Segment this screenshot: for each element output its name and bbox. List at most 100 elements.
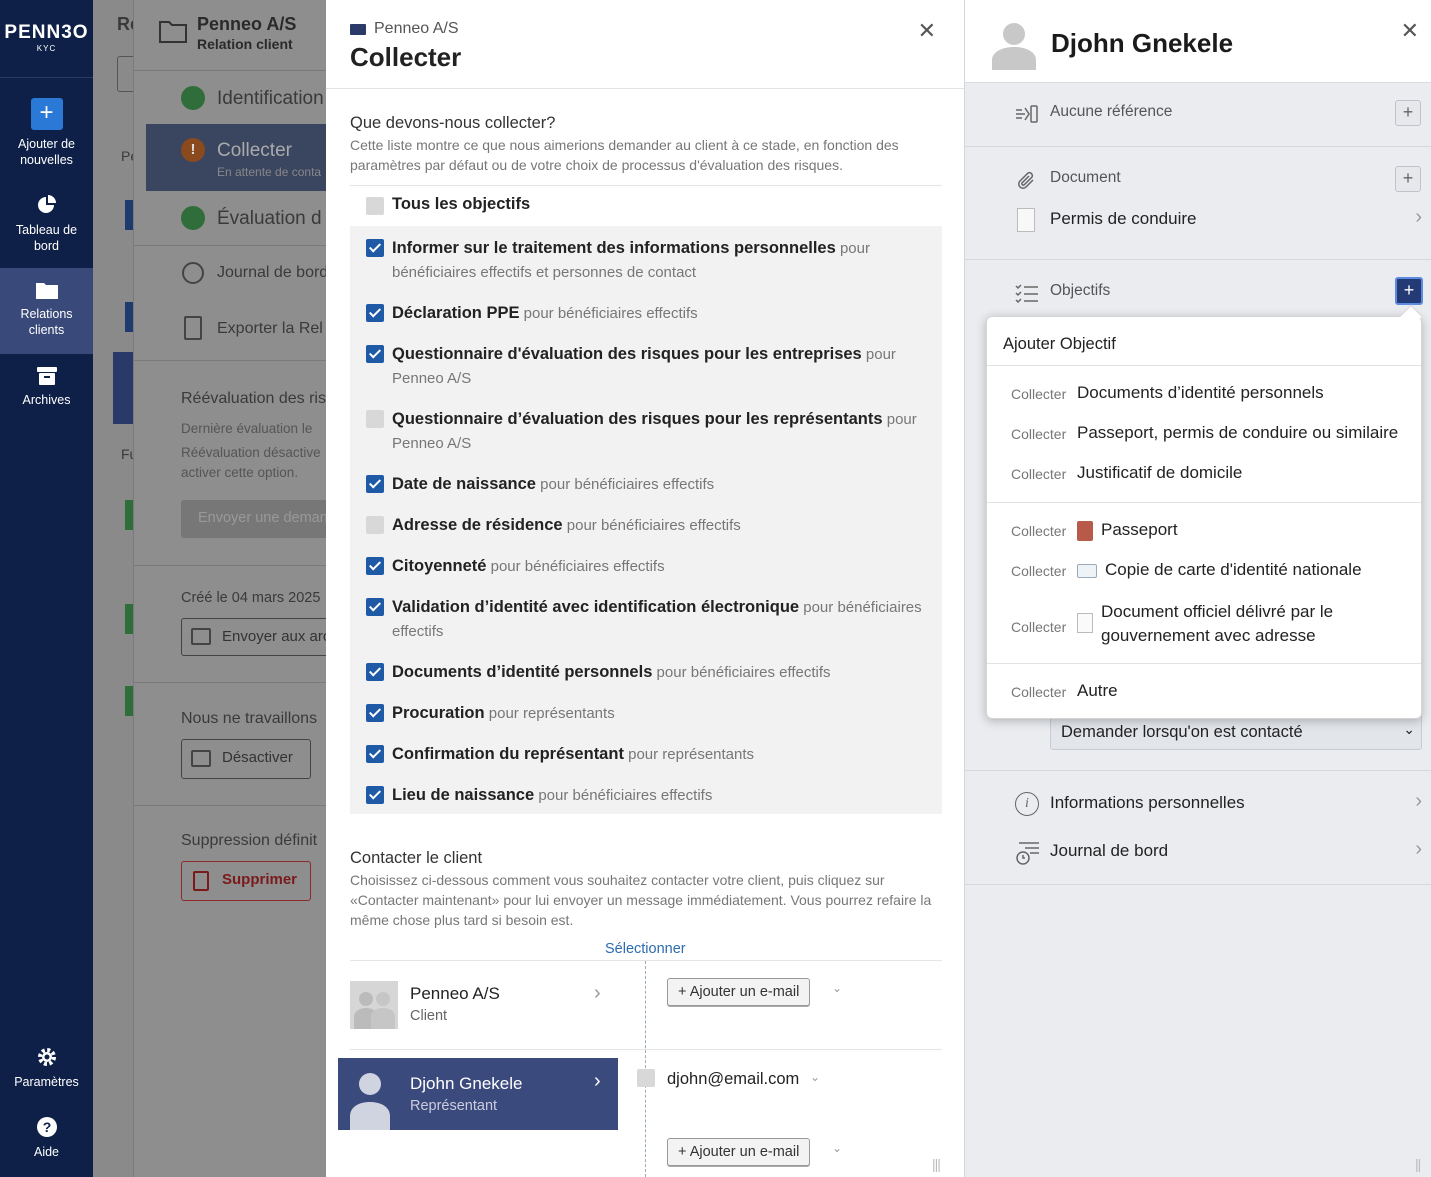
add-email-button[interactable]: + Ajouter un e-mail [667, 1138, 811, 1166]
person-header: Djohn Gnekele ✕ [965, 0, 1431, 83]
folder-outline-icon [158, 18, 188, 44]
bg-reeval-desc: activer cette option. [181, 465, 299, 480]
nav-relations-label: Relations clients [20, 307, 73, 337]
person-avatar-icon [338, 1058, 398, 1130]
nav-settings[interactable]: Paramètres [0, 1046, 93, 1090]
objective-title: Informer sur le traitement des informati… [392, 239, 836, 257]
objective-checkbox[interactable] [366, 745, 384, 763]
bg-step-evaluation[interactable]: Évaluation d [217, 208, 322, 230]
contact-penneo[interactable]: Penneo A/S Client › [350, 974, 942, 1036]
chevron-down-icon: ⌄ [1403, 721, 1415, 737]
person-avatar-icon [989, 18, 1039, 70]
nav-add-new[interactable]: + Ajouter de nouvelles [0, 98, 93, 168]
dropdown-item[interactable]: Collecter Documents d’identité personnel… [1011, 383, 1411, 403]
resize-handle-icon[interactable]: || [1415, 1156, 1421, 1172]
dropdown-item[interactable]: Collecter Passeport, permis de conduire … [1011, 423, 1411, 443]
nav-relations[interactable]: Relations clients [0, 268, 93, 354]
bg-company-name: Penneo A/S [197, 14, 297, 34]
objective-target: pour représentants [488, 705, 615, 722]
resize-handle-icon[interactable]: ||| [932, 1156, 941, 1172]
bg-step-identification[interactable]: Identification [217, 88, 324, 110]
bg-delete-title: Suppression définit [181, 832, 318, 849]
email-checkbox[interactable] [637, 1069, 655, 1087]
chevron-down-icon[interactable]: ⌄ [832, 981, 842, 995]
objectives-list: Informer sur le traitement des informati… [350, 226, 942, 814]
objective-checkbox[interactable] [366, 304, 384, 322]
objective-checkbox[interactable] [366, 516, 384, 534]
document-item[interactable]: Permis de conduire › [965, 204, 1431, 238]
no-reference-label: Aucune référence [1050, 103, 1173, 120]
objective-checkbox[interactable] [366, 598, 384, 616]
all-objectives-row[interactable]: Tous les objectifs [350, 195, 942, 225]
contact-name: Djohn Gnekele [410, 1074, 523, 1093]
bg-journal[interactable]: Journal de bord [217, 264, 326, 282]
modal-title: Collecter [350, 42, 462, 72]
nav-add-label: Ajouter de nouvelles [18, 137, 75, 167]
objective-target: pour bénéficiaires effectifs [538, 787, 713, 804]
objective-checkbox[interactable] [366, 410, 384, 428]
chevron-right-icon: › [1415, 838, 1422, 860]
reference-row: Aucune référence + [965, 96, 1431, 132]
close-icon[interactable]: ✕ [1401, 18, 1419, 44]
add-email-button[interactable]: + Ajouter un e-mail [667, 978, 811, 1006]
objective-target: pour représentants [628, 746, 755, 763]
email-value: djohn@email.com [667, 1070, 800, 1088]
contact-title: Contacter le client [350, 849, 483, 867]
dropdown-item[interactable]: Collecter Passeport [1011, 520, 1411, 541]
objective-checkbox[interactable] [366, 475, 384, 493]
collect-question-title: Que devons-nous collecter? [350, 114, 556, 132]
bg-export[interactable]: Exporter la Rel [217, 320, 323, 338]
app-logo[interactable]: PENN3O KYC [0, 0, 93, 78]
nav-dashboard[interactable]: Tableau de bord [0, 194, 93, 254]
close-icon[interactable]: ✕ [918, 18, 936, 44]
dropdown-item[interactable]: Collecter Copie de carte d'identité nati… [1011, 560, 1411, 580]
dropdown-item[interactable]: Collecter Justificatif de domicile [1011, 463, 1411, 483]
person-name: Djohn Gnekele [1051, 28, 1234, 58]
bg-created-date: Créé le 04 mars 2025 [181, 590, 321, 606]
bg-reeval-title: Réévaluation des ris [181, 390, 326, 407]
objective-checkbox[interactable] [366, 239, 384, 257]
chevron-down-icon[interactable]: ⌄ [832, 1141, 842, 1155]
journal-row[interactable]: Journal de bord › [965, 836, 1431, 870]
objective-title: Documents d’identité personnels [392, 663, 653, 681]
info-icon: i [1015, 792, 1039, 816]
ask-option-select[interactable]: Demander lorsqu'on est contacté ⌄ [1050, 714, 1422, 750]
add-objective-button[interactable]: + [1395, 277, 1423, 305]
add-reference-button[interactable]: + [1395, 100, 1421, 126]
add-document-button[interactable]: + [1395, 166, 1421, 192]
passport-icon [1077, 521, 1093, 541]
objective-checkbox[interactable] [366, 704, 384, 722]
select-link[interactable]: Sélectionner [605, 941, 686, 957]
nav-help[interactable]: ? Aide [0, 1116, 93, 1160]
collect-question-desc: Cette liste montre ce que nous aimerions… [350, 137, 899, 173]
personal-info-label: Informations personnelles [1050, 793, 1245, 812]
dropdown-item[interactable]: Collecter Document officiel délivré par … [1011, 600, 1411, 648]
objective-checkbox[interactable] [366, 557, 384, 575]
checklist-icon [1015, 283, 1039, 303]
nav-settings-label: Paramètres [14, 1075, 79, 1089]
ask-option-value: Demander lorsqu'on est contacté [1061, 723, 1303, 741]
bg-send-request-button[interactable]: Envoyer une deman [181, 500, 326, 538]
left-nav: PENN3O KYC + Ajouter de nouvelles Tablea… [0, 0, 93, 1177]
personal-info-row[interactable]: i Informations personnelles › [965, 788, 1431, 822]
bg-send-archive-label: Envoyer aux arc [222, 628, 326, 645]
help-icon: ? [0, 1116, 93, 1138]
objective-checkbox[interactable] [366, 663, 384, 681]
objective-title: Validation d’identité avec identificatio… [392, 598, 800, 616]
dropdown-item[interactable]: Collecter Autre [1011, 681, 1411, 701]
document-name: Permis de conduire [1050, 209, 1197, 228]
bg-marker [113, 352, 135, 424]
all-objectives-label: Tous les objectifs [392, 195, 531, 213]
objective-checkbox[interactable] [366, 786, 384, 804]
item-label: Justificatif de domicile [1077, 463, 1243, 482]
item-label: Autre [1077, 681, 1118, 700]
clock-list-icon [1015, 840, 1041, 866]
bg-step-collect-sub: En attente de conta [217, 165, 322, 179]
nav-archives[interactable]: Archives [0, 366, 93, 408]
all-objectives-checkbox[interactable] [366, 197, 384, 215]
chevron-down-icon[interactable]: ⌄ [810, 1070, 820, 1084]
objective-checkbox[interactable] [366, 345, 384, 363]
contact-djohn-selected[interactable]: Djohn Gnekele Représentant › [338, 1058, 618, 1130]
logo-subtext: KYC [36, 44, 57, 53]
bg-company-sub: Relation client [197, 36, 293, 52]
